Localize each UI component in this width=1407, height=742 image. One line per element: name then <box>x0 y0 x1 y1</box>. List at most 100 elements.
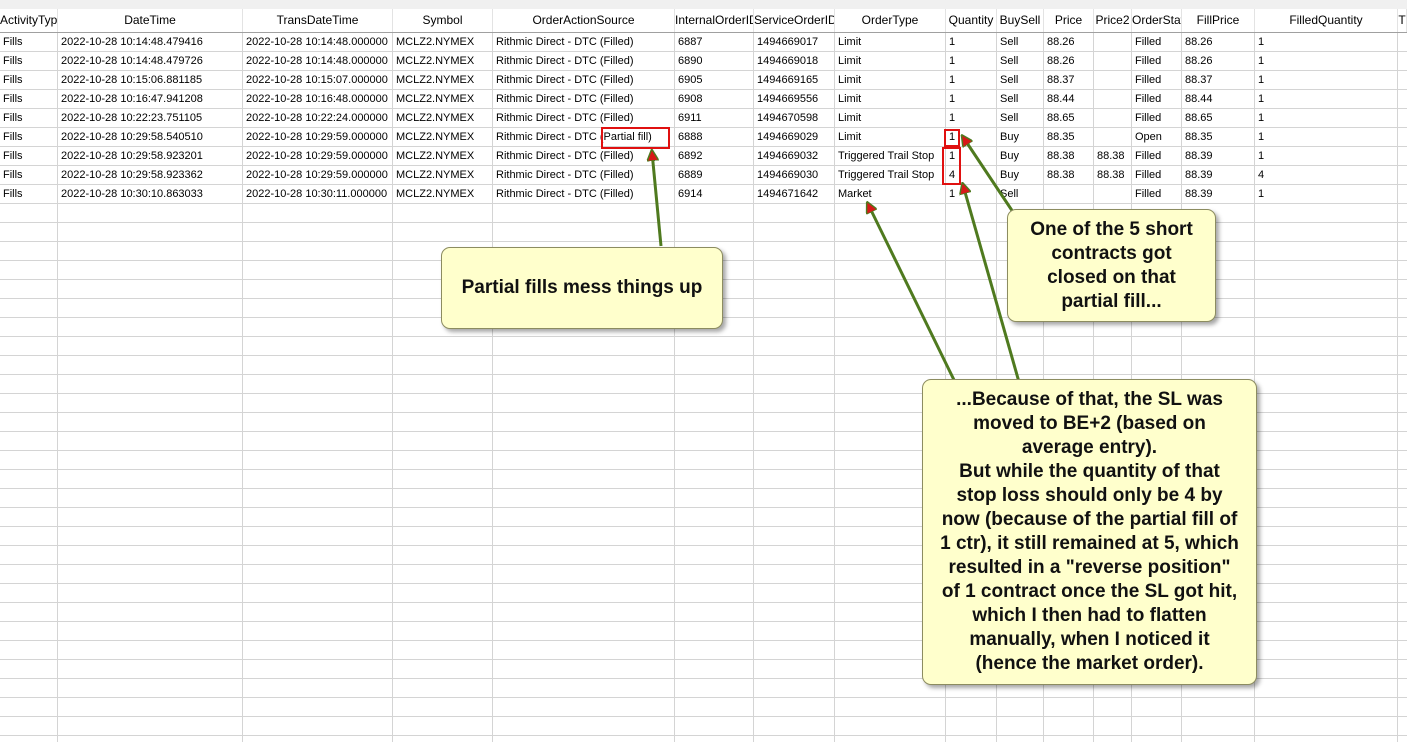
cell-orderactionsource[interactable]: Rithmic Direct - DTC (Filled) <box>493 166 675 185</box>
cell-buysell[interactable]: Sell <box>997 71 1044 90</box>
cell-symbol[interactable]: MCLZ2.NYMEX <box>393 33 493 52</box>
cell-price2[interactable] <box>1094 90 1132 109</box>
cell-serviceorderid[interactable]: 1494669032 <box>754 147 835 166</box>
cell-serviceorderid[interactable]: 1494671642 <box>754 185 835 204</box>
cell-activitytype[interactable]: Fills <box>0 90 58 109</box>
cell-serviceorderid[interactable]: 1494670598 <box>754 109 835 128</box>
cell-symbol[interactable]: MCLZ2.NYMEX <box>393 166 493 185</box>
cell-symbol[interactable]: MCLZ2.NYMEX <box>393 109 493 128</box>
cell-transdatetime[interactable]: 2022-10-28 10:29:59.000000 <box>243 128 393 147</box>
cell-ordertype[interactable]: Limit <box>835 90 946 109</box>
cell-internalorderid[interactable]: 6890 <box>675 52 754 71</box>
cell-filledquantity[interactable]: 1 <box>1255 128 1398 147</box>
cell-datetime[interactable]: 2022-10-28 10:14:48.479416 <box>58 33 243 52</box>
cell-orderstatus[interactable]: Open <box>1132 128 1182 147</box>
cell-quantity[interactable]: 1 <box>946 147 997 166</box>
column-header-ordertype[interactable]: OrderType <box>835 9 946 32</box>
column-header-fillprice[interactable]: FillPrice <box>1182 9 1255 32</box>
cell-price2[interactable] <box>1094 33 1132 52</box>
cell-quantity[interactable]: 1 <box>946 90 997 109</box>
cell-datetime[interactable]: 2022-10-28 10:30:10.863033 <box>58 185 243 204</box>
cell-orderactionsource[interactable]: Rithmic Direct - DTC (Filled) <box>493 147 675 166</box>
cell-fillprice[interactable]: 88.44 <box>1182 90 1255 109</box>
table-row[interactable]: Fills 2022-10-28 10:16:47.941208 2022-10-2… <box>0 90 1407 109</box>
cell-price[interactable]: 88.38 <box>1044 147 1094 166</box>
cell-filledquantity[interactable]: 1 <box>1255 147 1398 166</box>
cell-orderactionsource[interactable]: Rithmic Direct - DTC (Filled) <box>493 52 675 71</box>
cell-price2[interactable]: 88.38 <box>1094 166 1132 185</box>
cell-price2[interactable] <box>1094 71 1132 90</box>
cell-filledquantity[interactable]: 1 <box>1255 71 1398 90</box>
cell-quantity[interactable]: 1 <box>946 33 997 52</box>
cell-price[interactable]: 88.65 <box>1044 109 1094 128</box>
cell-symbol[interactable]: MCLZ2.NYMEX <box>393 52 493 71</box>
cell-price2[interactable] <box>1094 52 1132 71</box>
cell-price[interactable]: 88.35 <box>1044 128 1094 147</box>
cell-filledquantity[interactable]: 1 <box>1255 109 1398 128</box>
cell-datetime[interactable]: 2022-10-28 10:29:58.923201 <box>58 147 243 166</box>
cell-orderactionsource[interactable]: Rithmic Direct - DTC (Filled) <box>493 185 675 204</box>
cell-internalorderid[interactable]: 6908 <box>675 90 754 109</box>
cell-quantity[interactable]: 4 <box>946 166 997 185</box>
cell-orderstatus[interactable]: Filled <box>1132 147 1182 166</box>
cell-price[interactable] <box>1044 185 1094 204</box>
cell-fillprice[interactable]: 88.26 <box>1182 52 1255 71</box>
cell-internalorderid[interactable]: 6888 <box>675 128 754 147</box>
cell-internalorderid[interactable]: 6905 <box>675 71 754 90</box>
cell-activitytype[interactable]: Fills <box>0 109 58 128</box>
column-header-serviceorderid[interactable]: ServiceOrderID <box>754 9 835 32</box>
cell-fillprice[interactable]: 88.39 <box>1182 185 1255 204</box>
cell-fillprice[interactable]: 88.39 <box>1182 147 1255 166</box>
cell-serviceorderid[interactable]: 1494669018 <box>754 52 835 71</box>
cell-price[interactable]: 88.37 <box>1044 71 1094 90</box>
column-header-t[interactable]: T <box>1398 9 1407 32</box>
cell-transdatetime[interactable]: 2022-10-28 10:22:24.000000 <box>243 109 393 128</box>
cell-transdatetime[interactable]: 2022-10-28 10:14:48.000000 <box>243 52 393 71</box>
cell-quantity[interactable]: 1 <box>946 128 997 147</box>
column-header-filledquantity[interactable]: FilledQuantity <box>1255 9 1398 32</box>
cell-activitytype[interactable]: Fills <box>0 166 58 185</box>
cell-internalorderid[interactable]: 6889 <box>675 166 754 185</box>
cell-ordertype[interactable]: Limit <box>835 128 946 147</box>
cell-quantity[interactable]: 1 <box>946 109 997 128</box>
column-header-transdatetime[interactable]: TransDateTime <box>243 9 393 32</box>
table-row[interactable]: Fills 2022-10-28 10:14:48.479726 2022-10-2… <box>0 52 1407 71</box>
table-row[interactable]: Fills 2022-10-28 10:22:23.751105 2022-10-2… <box>0 109 1407 128</box>
cell-transdatetime[interactable]: 2022-10-28 10:29:59.000000 <box>243 166 393 185</box>
cell-symbol[interactable]: MCLZ2.NYMEX <box>393 147 493 166</box>
cell-ordertype[interactable]: Limit <box>835 52 946 71</box>
cell-buysell[interactable]: Buy <box>997 147 1044 166</box>
cell-buysell[interactable]: Sell <box>997 33 1044 52</box>
cell-price[interactable]: 88.26 <box>1044 52 1094 71</box>
column-header-internalorderid[interactable]: InternalOrderID <box>675 9 754 32</box>
column-header-datetime[interactable]: DateTime <box>58 9 243 32</box>
column-header-activitytype[interactable]: ActivityType <box>0 9 58 32</box>
table-row[interactable]: Fills 2022-10-28 10:29:58.540510 2022-10-2… <box>0 128 1407 147</box>
cell-serviceorderid[interactable]: 1494669029 <box>754 128 835 147</box>
cell-orderactionsource[interactable]: Rithmic Direct - DTC (Filled) <box>493 109 675 128</box>
cell-datetime[interactable]: 2022-10-28 10:16:47.941208 <box>58 90 243 109</box>
cell-orderstatus[interactable]: Filled <box>1132 109 1182 128</box>
cell-fillprice[interactable]: 88.65 <box>1182 109 1255 128</box>
cell-buysell[interactable]: Buy <box>997 166 1044 185</box>
cell-datetime[interactable]: 2022-10-28 10:29:58.540510 <box>58 128 243 147</box>
cell-price[interactable]: 88.38 <box>1044 166 1094 185</box>
cell-datetime[interactable]: 2022-10-28 10:15:06.881185 <box>58 71 243 90</box>
cell-filledquantity[interactable]: 1 <box>1255 185 1398 204</box>
cell-ordertype[interactable]: Triggered Trail Stop <box>835 166 946 185</box>
column-header-price[interactable]: Price <box>1044 9 1094 32</box>
cell-ordertype[interactable]: Triggered Trail Stop <box>835 147 946 166</box>
cell-ordertype[interactable]: Limit <box>835 71 946 90</box>
cell-datetime[interactable]: 2022-10-28 10:14:48.479726 <box>58 52 243 71</box>
column-header-quantity[interactable]: Quantity <box>946 9 997 32</box>
cell-price2[interactable]: 88.38 <box>1094 147 1132 166</box>
cell-serviceorderid[interactable]: 1494669017 <box>754 33 835 52</box>
column-header-orderactionsource[interactable]: OrderActionSource <box>493 9 675 32</box>
table-row[interactable]: Fills 2022-10-28 10:30:10.863033 2022-10-2… <box>0 185 1407 204</box>
cell-price2[interactable] <box>1094 185 1132 204</box>
cell-symbol[interactable]: MCLZ2.NYMEX <box>393 71 493 90</box>
column-header-symbol[interactable]: Symbol <box>393 9 493 32</box>
cell-fillprice[interactable]: 88.37 <box>1182 71 1255 90</box>
cell-orderstatus[interactable]: Filled <box>1132 90 1182 109</box>
cell-ordertype[interactable]: Limit <box>835 33 946 52</box>
